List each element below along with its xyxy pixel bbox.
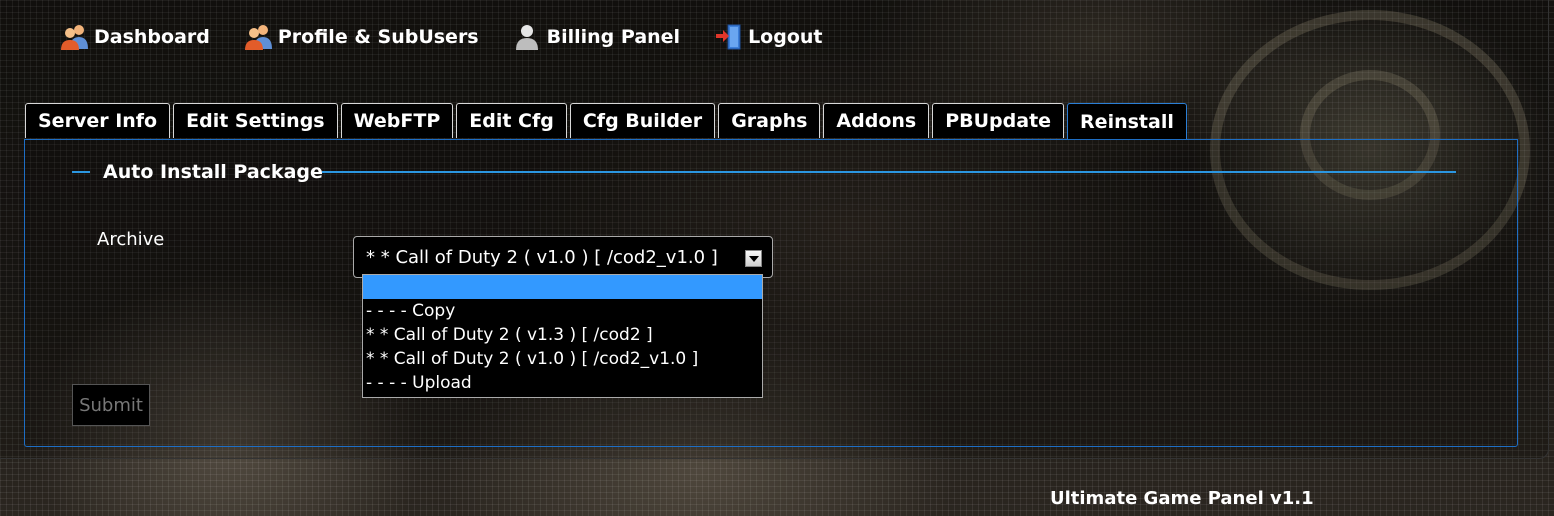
dropdown-option[interactable] [363, 275, 762, 299]
user-icon [513, 23, 543, 51]
users-icon [244, 23, 274, 51]
nav-logout[interactable]: Logout [714, 23, 823, 51]
top-navigation: Dashboard Profile & SubUsers Billing Pan… [60, 20, 857, 54]
tab-addons[interactable]: Addons [823, 103, 930, 138]
legend-line-left [72, 171, 90, 173]
footer-brand: Ultimate Game Panel v1.1 [1050, 488, 1314, 509]
nav-billing-label: Billing Panel [546, 26, 681, 48]
nav-logout-label: Logout [748, 26, 823, 48]
tab-bar: Server Info Edit Settings WebFTP Edit Cf… [25, 103, 1190, 140]
tab-server-info[interactable]: Server Info [25, 103, 171, 138]
tab-pbupdate[interactable]: PBUpdate [932, 103, 1065, 138]
tab-edit-cfg[interactable]: Edit Cfg [456, 103, 567, 138]
chevron-down-icon[interactable] [745, 250, 762, 267]
tab-edit-settings[interactable]: Edit Settings [173, 103, 338, 138]
nav-dashboard-label: Dashboard [94, 26, 210, 48]
users-icon [60, 23, 90, 51]
nav-billing-panel[interactable]: Billing Panel [513, 23, 680, 51]
tab-cfg-builder[interactable]: Cfg Builder [569, 103, 716, 138]
legend-title: Auto Install Package [103, 161, 323, 183]
fieldset-legend: Auto Install Package [72, 159, 1456, 185]
legend-line-right [322, 171, 1456, 173]
tab-reinstall[interactable]: Reinstall [1067, 103, 1187, 140]
dropdown-option[interactable]: - - - - Copy [363, 299, 762, 323]
dropdown-option[interactable]: - - - - Upload [363, 371, 762, 395]
nav-profile-subusers[interactable]: Profile & SubUsers [244, 23, 479, 51]
dropdown-option[interactable]: * * Call of Duty 2 ( v1.3 ) [ /cod2 ] [363, 323, 762, 347]
nav-profile-label: Profile & SubUsers [277, 26, 479, 48]
tab-graphs[interactable]: Graphs [718, 103, 821, 138]
logout-door-icon [714, 23, 744, 51]
tab-webftp[interactable]: WebFTP [340, 103, 454, 138]
archive-select[interactable]: * * Call of Duty 2 ( v1.0 ) [ /cod2_v1.0… [353, 236, 773, 278]
archive-select-value: * * Call of Duty 2 ( v1.0 ) [ /cod2_v1.0… [366, 246, 718, 268]
dropdown-option[interactable]: * * Call of Duty 2 ( v1.0 ) [ /cod2_v1.0… [363, 347, 762, 371]
archive-dropdown-list: - - - - Copy * * Call of Duty 2 ( v1.3 )… [362, 274, 763, 398]
reinstall-panel: Auto Install Package Archive * * Call of… [24, 139, 1518, 447]
archive-label: Archive [97, 229, 165, 250]
nav-dashboard[interactable]: Dashboard [60, 23, 210, 51]
submit-button[interactable]: Submit [72, 384, 150, 426]
